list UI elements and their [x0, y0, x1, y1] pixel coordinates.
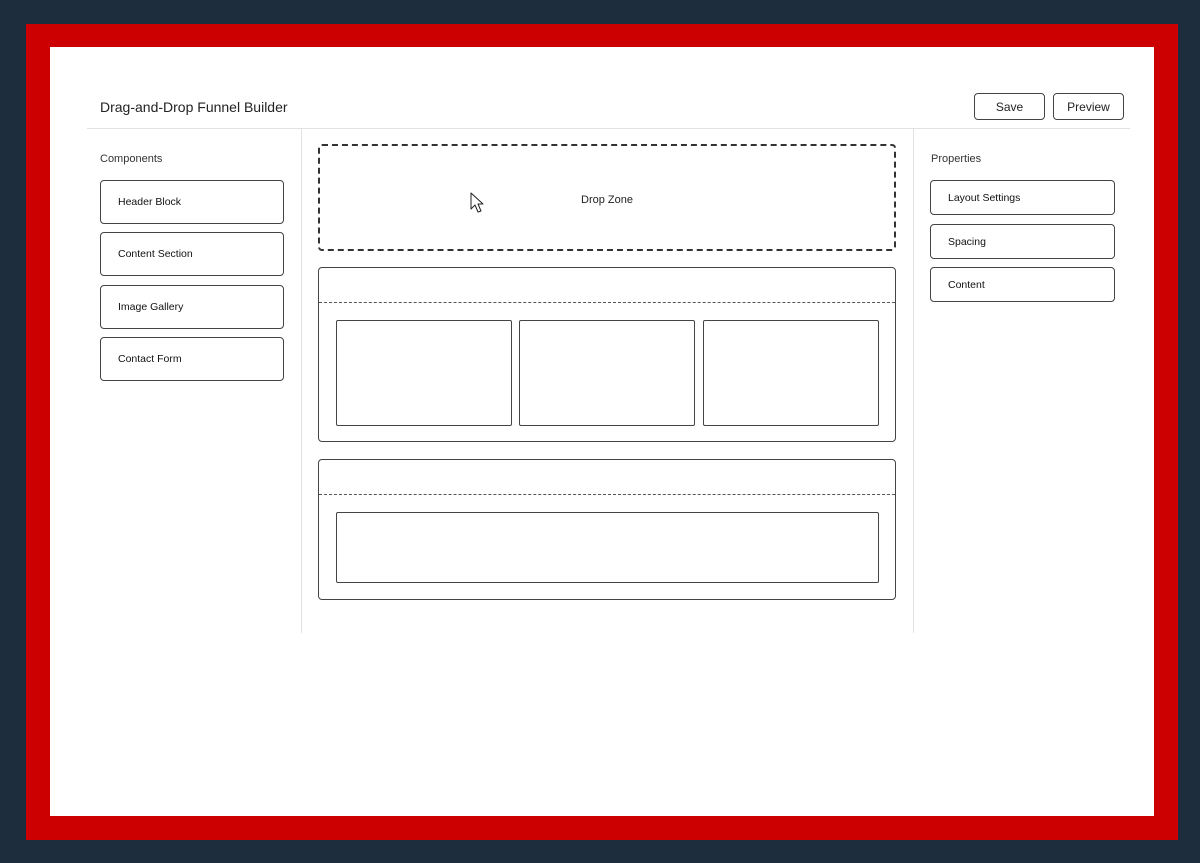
drop-zone[interactable]: Drop Zone — [318, 144, 896, 251]
component-header-block[interactable]: Header Block — [100, 180, 284, 224]
property-content[interactable]: Content — [930, 267, 1115, 302]
header-divider — [87, 128, 1130, 129]
arrow-pointer-icon — [470, 192, 484, 213]
property-layout-settings[interactable]: Layout Settings — [930, 180, 1115, 215]
section-header-area[interactable] — [319, 460, 895, 495]
right-panel-divider — [913, 129, 914, 633]
single-block-section[interactable] — [318, 459, 896, 600]
preview-button[interactable]: Preview — [1053, 93, 1124, 120]
column-slot[interactable] — [703, 320, 879, 426]
three-column-section[interactable] — [318, 267, 896, 442]
content-slot[interactable] — [336, 512, 879, 583]
components-panel-title: Components — [100, 153, 163, 165]
builder-canvas: Drag-and-Drop Funnel Builder Save Previe… — [50, 47, 1154, 816]
drop-zone-label: Drop Zone — [581, 194, 633, 206]
column-slot[interactable] — [519, 320, 695, 426]
column-slot[interactable] — [336, 320, 512, 426]
left-panel-divider — [301, 129, 302, 633]
section-header-area[interactable] — [319, 268, 895, 303]
property-spacing[interactable]: Spacing — [930, 224, 1115, 259]
component-contact-form[interactable]: Contact Form — [100, 337, 284, 381]
component-content-section[interactable]: Content Section — [100, 232, 284, 276]
page-title: Drag-and-Drop Funnel Builder — [100, 99, 288, 115]
properties-panel-title: Properties — [931, 153, 982, 165]
save-button[interactable]: Save — [974, 93, 1045, 120]
component-image-gallery[interactable]: Image Gallery — [100, 285, 284, 329]
